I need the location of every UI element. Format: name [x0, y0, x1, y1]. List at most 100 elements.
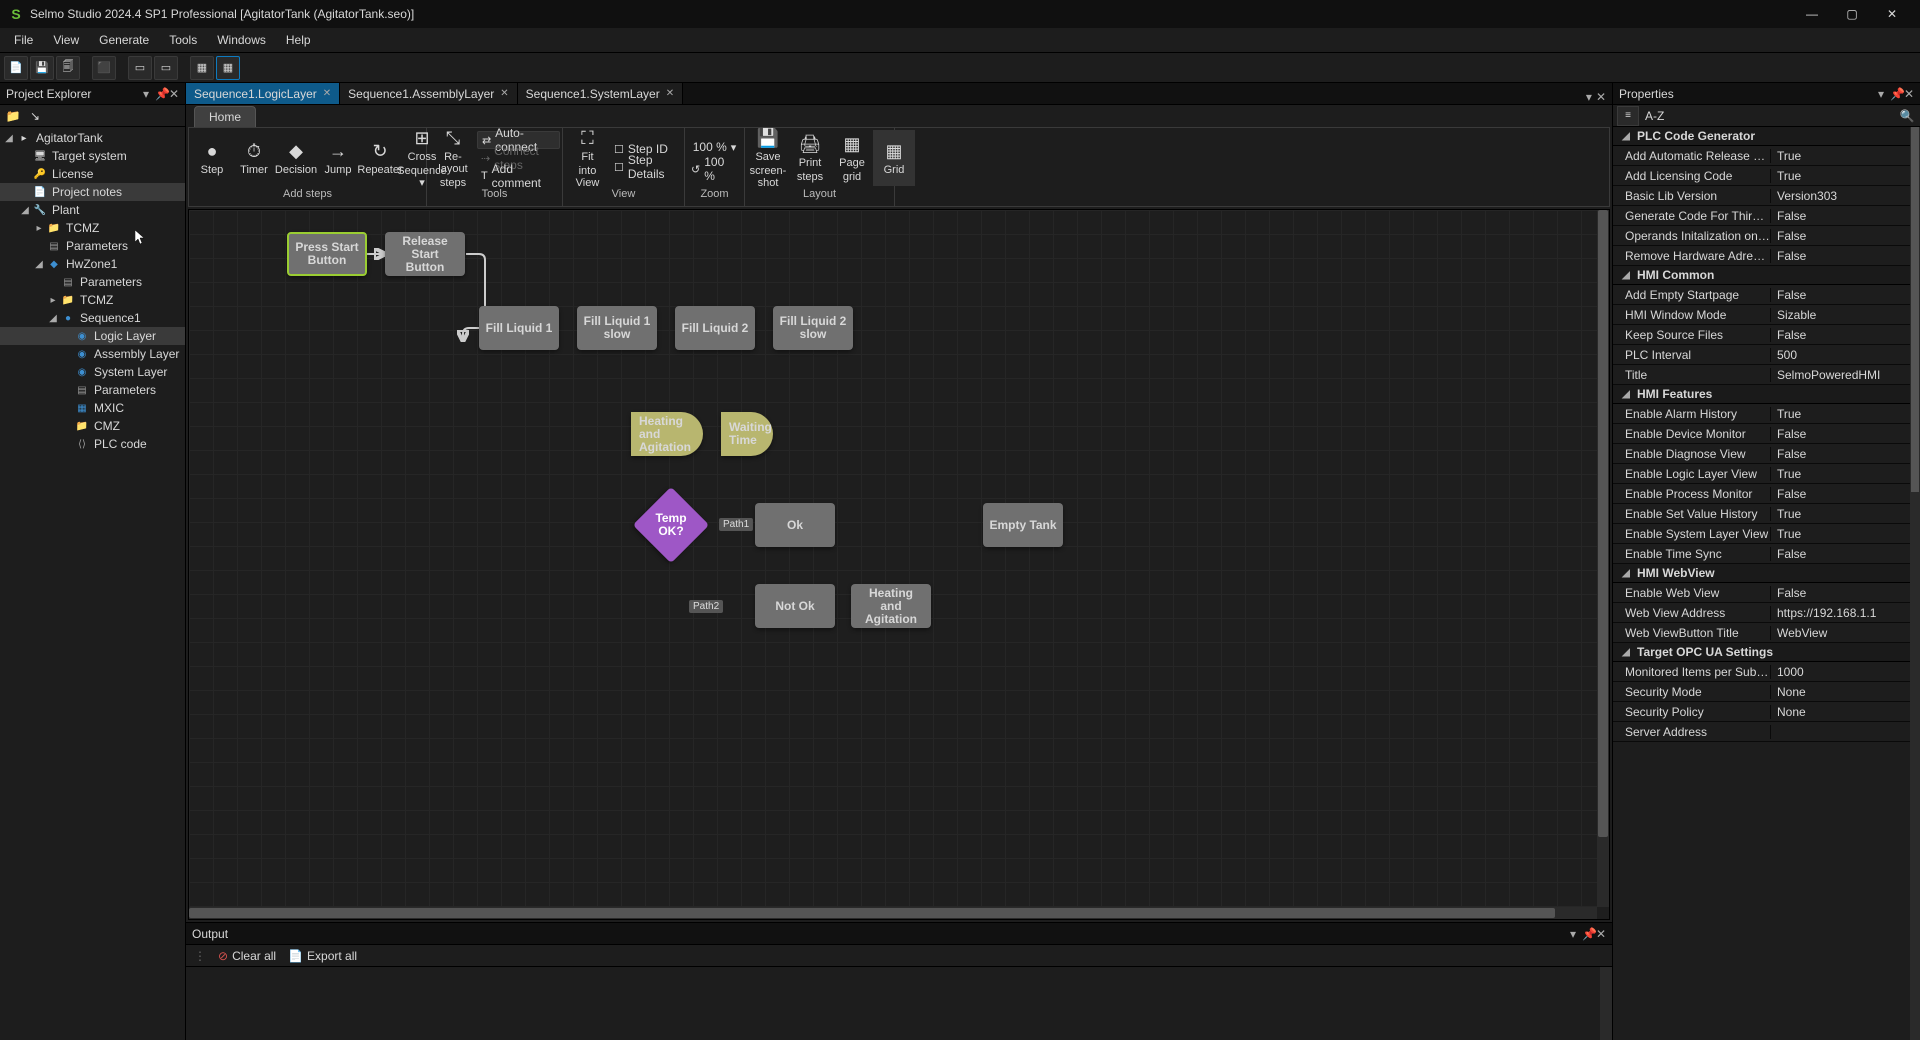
canvas[interactable]: Press Start Button Release Start Button …	[188, 209, 1610, 920]
prop-row[interactable]: Server Address	[1613, 722, 1920, 742]
prop-row[interactable]: PLC Interval500	[1613, 345, 1920, 365]
project-tree[interactable]: ◢▸AgitatorTank 🖥Target system🔑License📄Pr…	[0, 127, 185, 1040]
doc-tab[interactable]: Sequence1.SystemLayer✕	[518, 83, 683, 104]
search-icon[interactable]: 🔍	[1898, 109, 1916, 123]
node-heat-agitate[interactable]: Heating and Agitation	[631, 412, 703, 456]
tree-item[interactable]: ▸📁TCMZ	[0, 291, 185, 309]
menu-generate[interactable]: Generate	[89, 29, 159, 51]
node-temp-ok[interactable]: Temp OK?	[633, 487, 709, 563]
canvas-scrollbar-v[interactable]	[1597, 210, 1609, 907]
tree-item[interactable]: 🔑License	[0, 165, 185, 183]
node-fill1slow[interactable]: Fill Liquid 1 slow	[577, 306, 657, 350]
tree-item[interactable]: ◉Assembly Layer	[0, 345, 185, 363]
fit-view-button[interactable]: ⛶Fitinto View	[565, 130, 610, 186]
tree-item[interactable]: ▤Parameters	[0, 273, 185, 291]
prop-row[interactable]: Enable Web ViewFalse	[1613, 583, 1920, 603]
prop-row[interactable]: Web ViewButton TitleWebView	[1613, 623, 1920, 643]
add-comment-button[interactable]: T Add comment	[477, 167, 560, 185]
tree-item[interactable]: ⟨⟩PLC code	[0, 435, 185, 453]
ribbon-tab-home[interactable]: Home	[194, 106, 256, 127]
prop-sort-label[interactable]: A-Z	[1645, 109, 1664, 123]
prop-category[interactable]: ◢HMI WebView	[1613, 564, 1920, 583]
panel-dropdown-icon[interactable]: ▾	[141, 87, 151, 101]
doc-tab[interactable]: Sequence1.AssemblyLayer✕	[340, 83, 517, 104]
ribbon-btn-page[interactable]: ▦Pagegrid	[831, 130, 873, 186]
toolbar-btn-1[interactable]: 📄	[4, 56, 28, 80]
prop-category[interactable]: ◢Target OPC UA Settings	[1613, 643, 1920, 662]
node-wait[interactable]: Waiting Time	[721, 412, 773, 456]
menu-windows[interactable]: Windows	[207, 29, 276, 51]
tree-root[interactable]: ◢▸AgitatorTank	[0, 129, 185, 147]
prop-row[interactable]: Enable Alarm HistoryTrue	[1613, 404, 1920, 424]
node-empty-tank[interactable]: Empty Tank	[983, 503, 1063, 547]
minimize-button[interactable]: —	[1792, 0, 1832, 28]
tree-item[interactable]: 📄Project notes	[0, 183, 185, 201]
prop-row[interactable]: Security PolicyNone	[1613, 702, 1920, 722]
node-not-ok[interactable]: Not Ok	[755, 584, 835, 628]
menu-help[interactable]: Help	[276, 29, 321, 51]
ribbon-btn-step[interactable]: ●Step	[191, 130, 233, 186]
prop-row[interactable]: Monitored Items per Subscription1000	[1613, 662, 1920, 682]
prop-row[interactable]: Operands Initalization onceFalse	[1613, 226, 1920, 246]
export-all-button[interactable]: 📄Export all	[288, 949, 357, 963]
prop-row[interactable]: Keep Source FilesFalse	[1613, 325, 1920, 345]
toolbar-btn-4[interactable]: ⬛	[92, 56, 116, 80]
tree-tool-icon[interactable]: ↘	[26, 107, 44, 125]
clear-all-button[interactable]: ⊘Clear all	[218, 949, 276, 963]
tree-item[interactable]: ◢◆HwZone1	[0, 255, 185, 273]
node-fill2[interactable]: Fill Liquid 2	[675, 306, 755, 350]
prop-row[interactable]: Add Empty StartpageFalse	[1613, 285, 1920, 305]
prop-row[interactable]: Security ModeNone	[1613, 682, 1920, 702]
tree-item[interactable]: ▸📁TCMZ	[0, 219, 185, 237]
toolbar-btn-2[interactable]: 💾	[30, 56, 54, 80]
tree-item[interactable]: ▤Parameters	[0, 237, 185, 255]
node-fill2slow[interactable]: Fill Liquid 2 slow	[773, 306, 853, 350]
prop-row[interactable]: Enable Logic Layer ViewTrue	[1613, 464, 1920, 484]
node-heat-agitate-2[interactable]: Heating and Agitation	[851, 584, 931, 628]
tree-item[interactable]: ◢●Sequence1	[0, 309, 185, 327]
tab-dropdown-icon[interactable]: ▾	[1586, 90, 1592, 104]
canvas-scrollbar-h[interactable]	[189, 907, 1597, 919]
prop-row[interactable]: HMI Window ModeSizable	[1613, 305, 1920, 325]
close-icon[interactable]: ✕	[500, 88, 508, 99]
node-press-start[interactable]: Press Start Button	[287, 232, 367, 276]
prop-row[interactable]: Enable Time SyncFalse	[1613, 544, 1920, 564]
toolbar-btn-7[interactable]: ▦	[190, 56, 214, 80]
tree-item[interactable]: ◢🔧Plant	[0, 201, 185, 219]
tab-close-icon[interactable]: ✕	[1596, 90, 1606, 104]
ribbon-btn-grid[interactable]: ▦Grid	[873, 130, 915, 186]
properties-grid[interactable]: ◢PLC Code GeneratorAdd Automatic Release…	[1613, 127, 1920, 1040]
panel-close-icon[interactable]: ✕	[169, 87, 179, 101]
tree-item[interactable]: ◉Logic Layer	[0, 327, 185, 345]
ribbon-btn-repeater[interactable]: ↻Repeater	[359, 130, 401, 186]
ribbon-btn-timer[interactable]: ⏱Timer	[233, 130, 275, 186]
prop-row[interactable]: Web View Addresshttps://192.168.1.1	[1613, 603, 1920, 623]
prop-categorized-icon[interactable]: ≡	[1617, 106, 1639, 126]
tree-item[interactable]: 🖥Target system	[0, 147, 185, 165]
prop-category[interactable]: ◢HMI Features	[1613, 385, 1920, 404]
relayout-button[interactable]: ⤡Re-layoutsteps	[429, 130, 477, 186]
ribbon-btn-save[interactable]: 💾Savescreen-shot	[747, 130, 789, 186]
ribbon-btn-print[interactable]: 🖨Printsteps	[789, 130, 831, 186]
prop-row[interactable]: Enable Device MonitorFalse	[1613, 424, 1920, 444]
prop-row[interactable]: Remove Hardware Adress DeclarationFalse	[1613, 246, 1920, 266]
ribbon-btn-jump[interactable]: →Jump	[317, 130, 359, 186]
node-release-start[interactable]: Release Start Button	[385, 232, 465, 276]
menu-file[interactable]: File	[4, 29, 43, 51]
toolbar-btn-6[interactable]: ▭	[154, 56, 178, 80]
zoom-reset[interactable]: ↺ 100 %	[687, 160, 742, 178]
toolbar-btn-3[interactable]: 🗐	[56, 56, 80, 80]
close-button[interactable]: ✕	[1872, 0, 1912, 28]
prop-row[interactable]: Enable System Layer ViewTrue	[1613, 524, 1920, 544]
prop-row[interactable]: Generate Code For Third Party HMIFalse	[1613, 206, 1920, 226]
tree-item[interactable]: ▤Parameters	[0, 381, 185, 399]
prop-row[interactable]: Enable Process MonitorFalse	[1613, 484, 1920, 504]
prop-category[interactable]: ◢HMI Common	[1613, 266, 1920, 285]
close-icon[interactable]: ✕	[666, 88, 674, 99]
tree-item[interactable]: ▦MXIC	[0, 399, 185, 417]
close-icon[interactable]: ✕	[323, 88, 331, 99]
maximize-button[interactable]: ▢	[1832, 0, 1872, 28]
prop-row[interactable]: Enable Set Value HistoryTrue	[1613, 504, 1920, 524]
ribbon-btn-decision[interactable]: ◆Decision	[275, 130, 317, 186]
prop-row[interactable]: Add Automatic Release JumpsTrue	[1613, 146, 1920, 166]
